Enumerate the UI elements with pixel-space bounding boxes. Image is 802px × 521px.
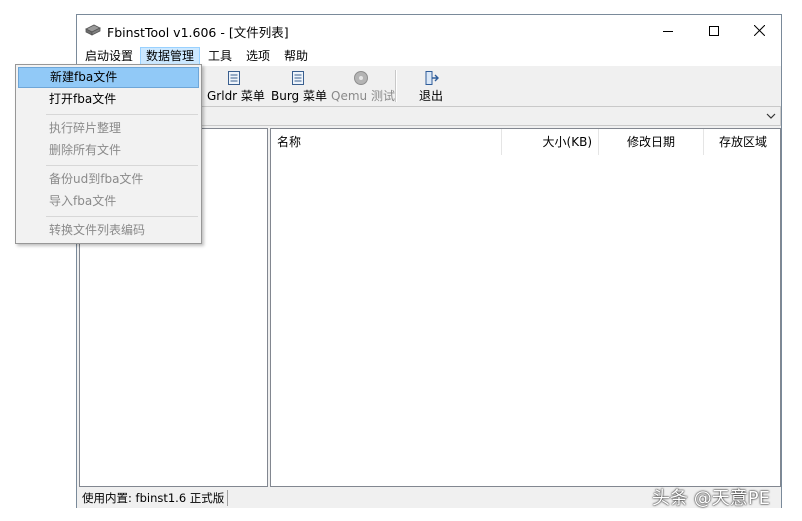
close-icon <box>753 25 765 36</box>
menu-tools[interactable]: 工具 <box>203 47 237 65</box>
disc-icon <box>354 71 368 85</box>
minimize-icon <box>663 30 673 32</box>
status-text: 使用内置: fbinst1.6 正式版 <box>79 490 229 506</box>
grldr-menu-label: Grldr 菜单 <box>207 89 265 103</box>
file-list-pane[interactable]: 名称 大小(KB) 修改日期 存放区域 <box>270 128 781 487</box>
document-list-icon <box>292 71 304 85</box>
menu-item-new-fba[interactable]: 新建fba文件 <box>18 67 199 88</box>
column-header-name[interactable]: 名称 <box>271 129 502 155</box>
qemu-test-button[interactable]: Qemu 测试 <box>331 68 395 104</box>
menu-options[interactable]: 选项 <box>241 47 275 65</box>
menu-data-management[interactable]: 数据管理 <box>140 47 201 65</box>
title-bar[interactable]: FbinstTool v1.606 - [文件列表] <box>77 15 781 46</box>
menu-boot-settings[interactable]: 启动设置 <box>80 47 138 65</box>
file-list-header: 名称 大小(KB) 修改日期 存放区域 <box>271 129 780 155</box>
burg-menu-label: Burg 菜单 <box>271 89 327 103</box>
minimize-button[interactable] <box>645 15 691 46</box>
column-header-modified[interactable]: 修改日期 <box>599 129 704 155</box>
column-header-size[interactable]: 大小(KB) <box>502 129 599 155</box>
qemu-test-label: Qemu 测试 <box>331 89 395 103</box>
data-management-menu: 新建fba文件 打开fba文件 执行碎片整理 删除所有文件 备份ud到fba文件… <box>15 64 202 244</box>
column-header-area[interactable]: 存放区域 <box>704 129 782 155</box>
chevron-down-icon <box>766 113 776 119</box>
close-button[interactable] <box>736 15 782 46</box>
menu-item-defragment[interactable]: 执行碎片整理 <box>18 118 199 139</box>
menu-item-open-fba[interactable]: 打开fba文件 <box>18 89 199 110</box>
grldr-menu-button[interactable]: Grldr 菜单 <box>207 68 265 104</box>
document-list-icon <box>228 71 240 85</box>
maximize-button[interactable] <box>691 15 737 46</box>
menu-separator <box>46 114 198 115</box>
maximize-icon <box>709 25 719 36</box>
app-icon <box>85 24 101 36</box>
exit-label: 退出 <box>418 89 443 103</box>
toolbar-separator <box>395 70 397 102</box>
menu-separator <box>46 216 198 217</box>
exit-button[interactable]: 退出 <box>413 68 449 104</box>
menu-item-import-fba[interactable]: 导入fba文件 <box>18 191 199 212</box>
exit-door-icon <box>425 71 439 85</box>
menu-item-convert-encoding[interactable]: 转换文件列表编码 <box>18 220 199 241</box>
menu-item-backup-ud[interactable]: 备份ud到fba文件 <box>18 169 199 190</box>
menu-bar: 启动设置 数据管理 工具 选项 帮助 <box>77 46 781 66</box>
window-title: FbinstTool v1.606 - [文件列表] <box>107 25 289 40</box>
menu-separator <box>46 165 198 166</box>
watermark: 头条 @天意PE <box>652 488 770 509</box>
menu-item-delete-all[interactable]: 删除所有文件 <box>18 140 199 161</box>
menu-help[interactable]: 帮助 <box>279 47 313 65</box>
burg-menu-button[interactable]: Burg 菜单 <box>271 68 327 104</box>
